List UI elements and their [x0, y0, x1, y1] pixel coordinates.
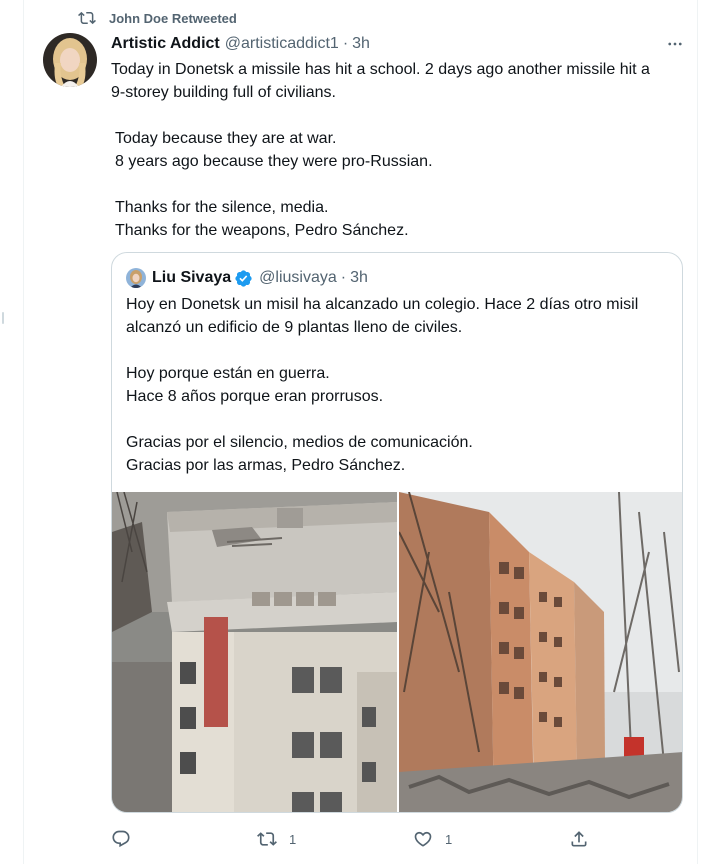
tweet-line: Thanks for the weapons, Pedro Sánchez.: [115, 222, 409, 239]
quoted-author-avatar[interactable]: [126, 268, 146, 288]
timeline-right-border: [697, 0, 698, 864]
tweet-line: Thanks for the silence, media.: [115, 199, 329, 216]
quoted-tweet-line: alcanzó un edificio de 9 plantas lleno d…: [126, 319, 463, 336]
quoted-tweet-card[interactable]: Liu Sivaya @liusivaya · 3h Hoy en Donets…: [111, 252, 683, 813]
quoted-tweet-photo-school[interactable]: [112, 492, 397, 812]
quoted-tweet-line: Hace 8 años porque eran prorrusos.: [126, 388, 384, 405]
tweet-line: 9-storey building full of civilians.: [111, 84, 336, 101]
tweet-line: 8 years ago because they were pro-Russia…: [115, 153, 433, 170]
quoted-tweet-header: Liu Sivaya @liusivaya · 3h: [126, 267, 368, 289]
tweet-text: Today in Donetsk a missile has hit a sch…: [111, 58, 696, 242]
scroll-marker: [2, 312, 4, 324]
retweet-icon: [257, 829, 277, 849]
quoted-tweet-line: Gracias por el silencio, medios de comun…: [126, 434, 473, 451]
more-horizontal-icon: [666, 35, 684, 53]
retweet-context[interactable]: John Doe Retweeted: [78, 9, 237, 27]
timeline-left-border: [23, 0, 24, 864]
reply-button[interactable]: [111, 826, 143, 852]
retweet-icon: [78, 9, 96, 27]
retweet-count: 1: [289, 831, 297, 847]
quoted-tweet-timestamp[interactable]: 3h: [350, 269, 368, 287]
retweet-context-text: John Doe Retweeted: [109, 10, 237, 26]
tweet-action-bar: 1 1: [111, 826, 591, 852]
quoted-tweet-photo-building[interactable]: [399, 492, 682, 812]
quoted-tweet-line: Gracias por las armas, Pedro Sánchez.: [126, 457, 406, 474]
verified-badge-icon: [234, 269, 253, 288]
more-options-button[interactable]: [664, 33, 686, 55]
author-avatar[interactable]: [43, 33, 97, 87]
reply-icon: [111, 829, 131, 849]
tweet-line: Today because they are at war.: [115, 130, 337, 147]
timeline-frame: John Doe Retweeted Artistic Addict @arti…: [0, 0, 704, 864]
quoted-tweet-line: Hoy porque están en guerra.: [126, 365, 330, 382]
author-display-name[interactable]: Artistic Addict: [111, 35, 220, 53]
share-button[interactable]: [569, 826, 601, 852]
like-count: 1: [445, 831, 453, 847]
share-icon: [569, 829, 589, 849]
header-separator: ·: [342, 35, 349, 52]
quoted-author-handle[interactable]: @liusivaya: [259, 269, 337, 287]
heart-icon: [413, 829, 433, 849]
quoted-header-separator: ·: [340, 269, 347, 286]
tweet-timestamp[interactable]: 3h: [352, 35, 370, 53]
retweet-button[interactable]: 1: [257, 826, 296, 852]
author-handle[interactable]: @artisticaddict1: [225, 35, 339, 53]
tweet-header: Artistic Addict @artisticaddict1 · 3h: [111, 33, 686, 55]
quoted-tweet-text: Hoy en Donetsk un misil ha alcanzado un …: [126, 293, 674, 477]
quoted-author-display-name[interactable]: Liu Sivaya: [152, 269, 231, 287]
like-button[interactable]: 1: [413, 826, 452, 852]
quoted-tweet-line: Hoy en Donetsk un misil ha alcanzado un …: [126, 296, 639, 313]
tweet-line: Today in Donetsk a missile has hit a sch…: [111, 61, 650, 78]
